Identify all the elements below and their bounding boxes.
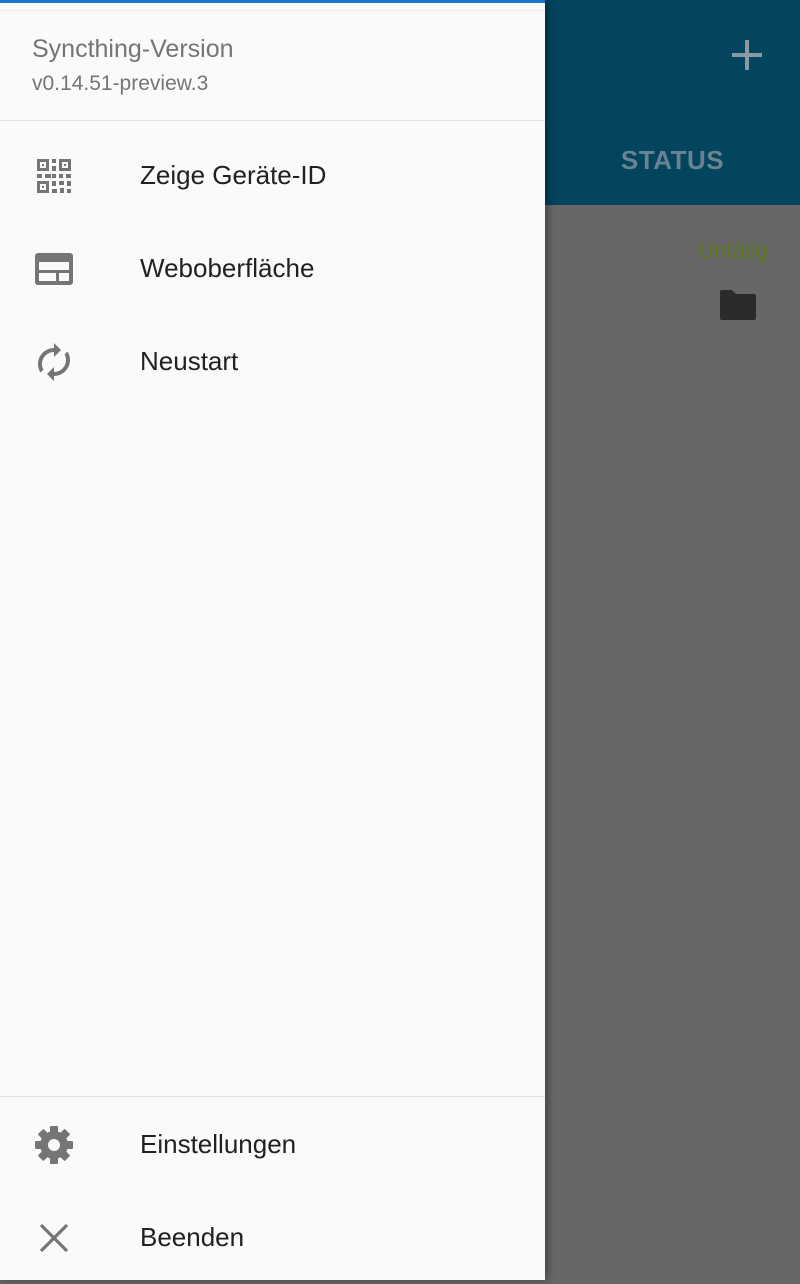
menu-item-restart[interactable]: Neustart — [0, 315, 545, 408]
version-value: v0.14.51-preview.3 — [32, 72, 209, 95]
menu-item-label: Weboberfläche — [140, 253, 315, 283]
menu-item-label: Zeige Geräte-ID — [140, 160, 327, 190]
plus-icon — [732, 40, 762, 70]
tab-status[interactable]: STATUS — [545, 120, 800, 200]
drawer-header: Syncthing-Version v0.14.51-preview.3 — [0, 10, 545, 121]
menu-item-settings[interactable]: Einstellungen — [0, 1098, 545, 1191]
menu-item-label: Neustart — [140, 346, 239, 376]
folder-icon — [718, 288, 758, 322]
close-icon — [34, 1218, 74, 1258]
folder-status-text: Untätig — [698, 238, 768, 263]
navigation-drawer: Syncthing-Version v0.14.51-preview.3 Zei… — [0, 0, 545, 1280]
web-gui-icon — [34, 249, 74, 289]
menu-item-show-device-id[interactable]: Zeige Geräte-ID — [0, 129, 545, 222]
menu-item-label: Beenden — [140, 1222, 245, 1252]
gear-icon — [34, 1125, 74, 1165]
drawer-divider — [0, 1096, 545, 1097]
drawer-accent-line — [0, 0, 545, 3]
add-button[interactable] — [722, 30, 772, 80]
menu-item-label: Einstellungen — [140, 1129, 297, 1159]
menu-item-web-gui[interactable]: Weboberfläche — [0, 222, 545, 315]
restart-icon — [34, 342, 74, 382]
menu-item-exit[interactable]: Beenden — [0, 1191, 545, 1284]
qr-code-icon — [34, 156, 74, 196]
version-title: Syncthing-Version — [32, 35, 234, 63]
